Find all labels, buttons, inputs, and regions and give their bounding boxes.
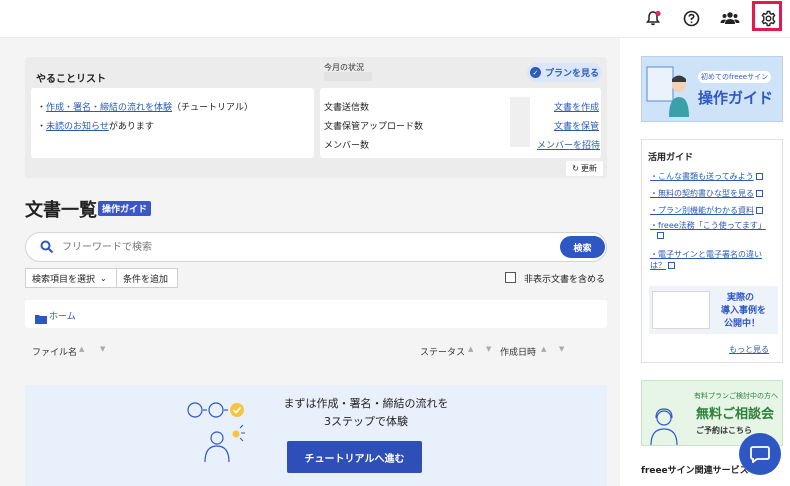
- external-link-icon: [756, 207, 763, 214]
- external-link-icon: [657, 232, 664, 239]
- consult-subtitle: 有料プランご検討中の方へ: [694, 392, 778, 400]
- search-input[interactable]: [62, 239, 542, 255]
- chat-icon: [750, 446, 770, 463]
- case-study-banner[interactable]: 実際の 導入事例を 公開中！: [649, 286, 778, 334]
- guide-link-signature-diff[interactable]: ・電子サインと電子署名の違いは？: [650, 249, 775, 271]
- sort-desc-icon[interactable]: ▼: [559, 345, 564, 353]
- hidden-docs-label: 非表示文書を含める: [524, 275, 606, 285]
- page-title: 文書一覧: [25, 200, 97, 221]
- status-row-label: メンバー数: [324, 141, 370, 151]
- status-values-redacted: [510, 97, 530, 147]
- case-study-line1: 実際の: [727, 293, 755, 303]
- usage-guide-title: 活用ガイド: [648, 153, 694, 163]
- chat-button[interactable]: [739, 433, 781, 475]
- store-document-link[interactable]: 文書を保管: [554, 119, 599, 132]
- select-filter-button[interactable]: 検索項目を選択 ⌄: [25, 268, 117, 288]
- hidden-docs-checkbox[interactable]: [505, 272, 516, 283]
- external-link-icon: [756, 190, 763, 197]
- more-link[interactable]: もっと見る: [729, 344, 769, 355]
- sort-desc-icon[interactable]: ▼: [100, 345, 105, 353]
- settings-highlight-frame: [752, 1, 782, 31]
- operation-guide-banner[interactable]: 初めてのfreeeサイン 操作ガイド: [641, 56, 783, 122]
- external-link-icon: [755, 173, 763, 180]
- guide-book-icon: [646, 66, 689, 117]
- case-study-thumbnail: [652, 291, 710, 329]
- column-header-filename[interactable]: ファイル名: [32, 345, 77, 358]
- column-header-status[interactable]: ステータス: [420, 345, 465, 358]
- sort-asc-icon[interactable]: ▲: [541, 345, 546, 353]
- guide-link-plans[interactable]: ・プラン別機能がわかる資料: [650, 205, 763, 216]
- refresh-button[interactable]: ↻ 更新: [566, 161, 603, 176]
- tutorial-illustration-icon: [187, 402, 245, 463]
- check-icon: ✓: [529, 67, 541, 78]
- sort-desc-icon[interactable]: ▼: [486, 345, 491, 353]
- invite-member-link[interactable]: メンバーを招待: [537, 138, 600, 151]
- case-study-line2: 導入事例を: [721, 306, 767, 316]
- external-link-icon: [668, 262, 675, 269]
- refresh-icon: ↻: [572, 164, 579, 173]
- todo-item: ・未読のお知らせがあります: [37, 122, 154, 132]
- banner-subtitle: 初めてのfreeeサイン: [698, 71, 772, 83]
- sort-asc-icon[interactable]: ▲: [79, 345, 84, 353]
- consult-link[interactable]: ご予約はこちら: [696, 425, 752, 436]
- breadcrumb-home[interactable]: ホーム: [49, 309, 76, 322]
- status-period-redacted: [324, 72, 372, 81]
- support-person-icon: [650, 408, 678, 445]
- top-bar: [0, 0, 790, 38]
- case-study-line3: 公開中！: [724, 319, 761, 329]
- team-icon[interactable]: [717, 5, 743, 31]
- guide-link-templates[interactable]: ・無料の契約書ひな型を見る: [650, 188, 763, 199]
- guide-badge[interactable]: 操作ガイド: [98, 201, 152, 216]
- search-bar: [25, 232, 607, 262]
- add-condition-button[interactable]: 条件を追加: [116, 268, 178, 288]
- tutorial-text-line2: 3ステップで体験: [324, 415, 408, 428]
- banner-title: 操作ガイド: [698, 89, 774, 107]
- folder-icon: [35, 309, 47, 328]
- tutorial-text-line1: まずは作成・署名・締結の流れを: [283, 397, 449, 410]
- guide-link-documents[interactable]: ・こんな書類も送ってみよう: [650, 171, 763, 182]
- status-row-label: 文書保管アップロード数: [324, 122, 424, 132]
- todo-item: ・作成・署名・締結の流れを体験（チュートリアル）: [37, 103, 253, 113]
- column-header-created[interactable]: 作成日時: [500, 345, 536, 358]
- create-document-link[interactable]: 文書を作成: [554, 100, 599, 113]
- breadcrumb: ホーム: [25, 300, 607, 328]
- chevron-down-icon: ⌄: [100, 273, 107, 283]
- bell-icon[interactable]: [640, 5, 666, 31]
- help-icon[interactable]: [678, 5, 704, 31]
- consult-title: 無料ご相談会: [696, 407, 775, 422]
- guide-link-freee-legal[interactable]: ・freee法務「こう使ってます」: [650, 220, 766, 240]
- tutorial-start-button[interactable]: チュートリアルへ進む: [287, 441, 422, 473]
- sort-asc-icon[interactable]: ▲: [468, 345, 473, 353]
- related-services-title: freeeサイン関連サービス: [641, 466, 749, 476]
- tutorial-link[interactable]: 作成・署名・締結の流れを体験: [46, 103, 172, 113]
- plan-button[interactable]: ✓ プランを見る: [527, 63, 602, 82]
- search-icon: [40, 239, 54, 258]
- search-button[interactable]: 検索: [560, 236, 605, 258]
- todo-title: やることリスト: [36, 74, 106, 85]
- status-row-label: 文書送信数: [324, 103, 370, 113]
- notice-link[interactable]: 未読のお知らせ: [46, 122, 109, 132]
